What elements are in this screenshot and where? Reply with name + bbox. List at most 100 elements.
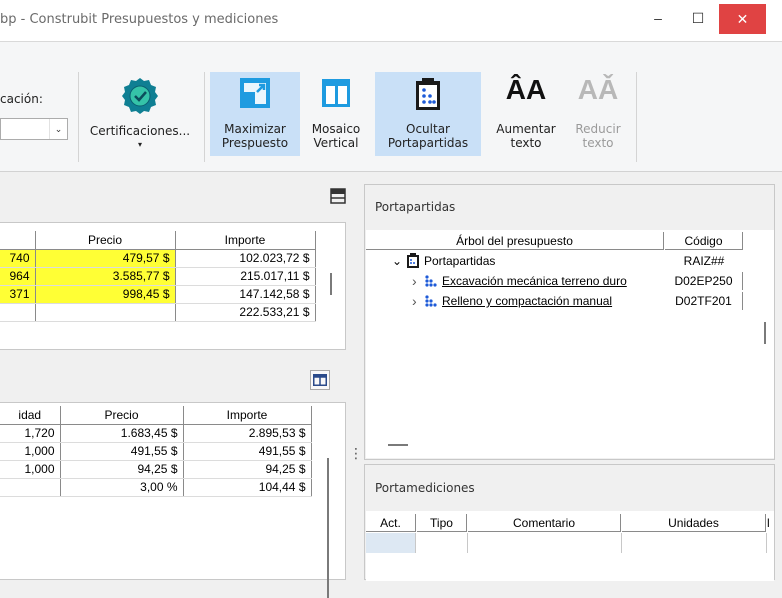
tree-item[interactable]: › Relleno y compactación manual xyxy=(412,292,612,310)
tree-item-label[interactable]: Relleno y compactación manual xyxy=(442,294,612,308)
chevron-down-icon[interactable]: ⌄ xyxy=(49,119,67,139)
col-header-importe[interactable]: Importe xyxy=(183,406,312,425)
portamediciones-title: Portamediciones xyxy=(375,481,475,495)
cell-qty[interactable]: 1,000 xyxy=(0,442,61,461)
scrollbar[interactable] xyxy=(764,322,766,344)
chevron-right-icon[interactable]: › xyxy=(412,293,424,309)
cell-precio[interactable]: 479,57 $ xyxy=(35,249,176,268)
cell-precio[interactable]: 1.683,45 $ xyxy=(60,424,184,443)
col-header-arbol[interactable]: Árbol del presupuesto xyxy=(366,232,664,250)
portamediciones-panel: Portamediciones Act. Tipo Comentario Uni… xyxy=(364,464,775,581)
table-row[interactable]: 1,000 491,55 $ 491,55 $ xyxy=(0,442,312,461)
chevron-down-icon[interactable]: ⌄ xyxy=(392,254,406,268)
table-row[interactable]: 3,00 % 104,44 $ xyxy=(0,478,312,497)
portapartidas-title: Portapartidas xyxy=(375,200,456,214)
tree-root-label[interactable]: Portapartidas xyxy=(424,254,495,268)
col-header-act[interactable]: Act. xyxy=(366,514,416,532)
close-button[interactable]: ✕ xyxy=(719,4,766,34)
minimize-button[interactable]: – xyxy=(640,0,676,36)
table-row[interactable]: 964 3.585,77 $ 215.017,11 $ xyxy=(0,267,316,286)
tree-item-code: D02TF201 xyxy=(665,292,743,310)
column-divider xyxy=(766,533,767,553)
scrollbar[interactable] xyxy=(327,458,329,598)
ocultar-label: Ocultar xyxy=(406,122,450,136)
cell-qty[interactable]: 1,000 xyxy=(0,460,61,479)
col-header-unidades[interactable]: Unidades xyxy=(622,514,766,532)
col-header-precio[interactable]: Precio xyxy=(60,406,184,425)
decrease-font-icon: AǍ xyxy=(577,74,619,105)
tile-toggle-button[interactable] xyxy=(310,370,330,390)
cell-qty[interactable]: 964 xyxy=(0,267,36,286)
chevron-right-icon[interactable]: › xyxy=(412,273,424,289)
cell-importe[interactable]: 491,55 $ xyxy=(183,442,312,461)
certificaciones-button[interactable]: Certificaciones... ▾ xyxy=(82,72,198,156)
maximizar-presupuesto-button[interactable]: Maximizar Prespuesto xyxy=(210,72,300,156)
cell-qty[interactable]: 371 xyxy=(0,285,36,304)
table-header-row: Precio Importe xyxy=(0,231,316,250)
ribbon-separator xyxy=(204,72,205,162)
cell-precio[interactable]: 3.585,77 $ xyxy=(35,267,176,286)
cell-precio[interactable]: 94,25 $ xyxy=(60,460,184,479)
window-title: bp - Construbit Presupuestos y medicione… xyxy=(0,12,279,27)
cell-qty[interactable]: 740 xyxy=(0,249,36,268)
tree-root-item[interactable]: ⌄ Portapartidas xyxy=(392,252,495,270)
cell-importe[interactable]: 222.533,21 $ xyxy=(175,303,316,322)
clipboard-icon xyxy=(407,253,419,268)
cell-importe[interactable]: 94,25 $ xyxy=(183,460,312,479)
scrollbar[interactable] xyxy=(330,273,332,295)
col-header-extra[interactable]: l xyxy=(767,514,774,532)
cell-qty[interactable] xyxy=(0,478,61,497)
cell-precio[interactable]: 491,55 $ xyxy=(60,442,184,461)
col-header-codigo[interactable]: Código xyxy=(665,232,743,250)
col-header-cantidad[interactable]: idad xyxy=(0,406,61,425)
cell-importe[interactable]: 215.017,11 $ xyxy=(175,267,316,286)
splitter-grip-icon[interactable]: ⋮ xyxy=(349,445,363,462)
minimize-icon: – xyxy=(654,10,662,26)
bottom-grid-panel: idad Precio Importe 1,720 1.683,45 $ 2.8… xyxy=(0,402,346,598)
mosaico-label-2: Vertical xyxy=(313,136,359,150)
table-row[interactable]: 222.533,21 $ xyxy=(0,303,316,322)
cell-qty[interactable] xyxy=(0,303,36,322)
col-header-importe[interactable]: Importe xyxy=(175,231,316,250)
cell-importe[interactable]: 102.023,72 $ xyxy=(175,249,316,268)
cell-importe[interactable]: 147.142,58 $ xyxy=(175,285,316,304)
cell-qty[interactable]: 1,720 xyxy=(0,424,61,443)
dots-item-icon xyxy=(425,275,437,287)
maximize-window-icon xyxy=(240,78,270,108)
cell-precio[interactable]: 998,45 $ xyxy=(35,285,176,304)
tree-item[interactable]: › Excavación mecánica terreno duro xyxy=(412,272,627,290)
bottom-panel-header xyxy=(0,352,356,402)
clipboard-icon xyxy=(416,78,440,110)
cell-importe[interactable]: 2.895,53 $ xyxy=(183,424,312,443)
selected-cell[interactable] xyxy=(366,533,416,553)
aumentar-label-2: texto xyxy=(510,136,542,150)
tree-item-label[interactable]: Excavación mecánica terreno duro xyxy=(442,274,627,288)
maximize-button[interactable]: ☐ xyxy=(680,0,716,36)
horizontal-scrollbar[interactable] xyxy=(388,444,408,446)
table-row[interactable]: 740 479,57 $ 102.023,72 $ xyxy=(0,249,316,268)
close-icon: ✕ xyxy=(736,10,749,27)
col-header-tipo[interactable]: Tipo xyxy=(417,514,467,532)
col-header-qty xyxy=(0,231,36,250)
panel-layout-icon[interactable] xyxy=(330,188,346,204)
col-header-precio[interactable]: Precio xyxy=(35,231,176,250)
ocultar-portapartidas-button[interactable]: Ocultar Portapartidas xyxy=(375,72,481,156)
cell-importe[interactable]: 104,44 $ xyxy=(183,478,312,497)
reducir-texto-button[interactable]: AǍ Reducir texto xyxy=(566,72,630,156)
aumentar-texto-button[interactable]: ÂA Aumentar texto xyxy=(486,72,566,156)
cell-precio[interactable] xyxy=(35,303,176,322)
bottom-grid: idad Precio Importe 1,720 1.683,45 $ 2.8… xyxy=(0,406,312,497)
tree-item-code: D02EP250 xyxy=(665,272,743,290)
table-row[interactable]: 371 998,45 $ 147.142,58 $ xyxy=(0,285,316,304)
location-combo[interactable]: ⌄ xyxy=(0,118,68,140)
certificate-badge-icon xyxy=(122,78,158,114)
table-row[interactable]: 1,000 94,25 $ 94,25 $ xyxy=(0,460,312,479)
col-header-comentario[interactable]: Comentario xyxy=(468,514,621,532)
table-row[interactable]: 1,720 1.683,45 $ 2.895,53 $ xyxy=(0,424,312,443)
dots-item-icon xyxy=(425,295,437,307)
mosaico-vertical-button[interactable]: Mosaico Vertical xyxy=(302,72,370,156)
title-bar: bp - Construbit Presupuestos y medicione… xyxy=(0,0,782,42)
cell-precio[interactable]: 3,00 % xyxy=(60,478,184,497)
reducir-label: Reducir xyxy=(575,122,621,136)
maximizar-label-2: Prespuesto xyxy=(221,136,289,150)
